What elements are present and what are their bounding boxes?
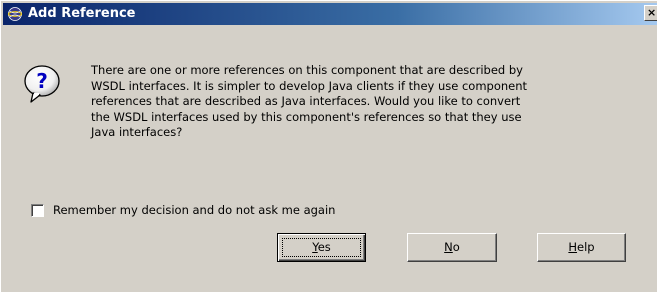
app-icon [8,7,22,21]
close-icon: × [647,6,657,19]
title-bar[interactable]: Add Reference × [3,3,657,25]
dialog-message: There are one or more references on this… [91,63,528,139]
remember-checkbox[interactable] [31,203,44,217]
dialog-window: Add Reference × ? There are one or more … [0,0,657,292]
close-button[interactable]: × [644,5,657,21]
svg-text:?: ? [36,69,48,93]
remember-label: Remember my decision and do not ask me a… [53,203,336,217]
help-button-label: Help [568,240,595,254]
help-button[interactable]: Help [537,233,626,262]
focus-rect [282,238,361,257]
question-icon: ? [24,65,60,103]
window-title: Add Reference [28,6,136,21]
yes-button[interactable]: Yes [277,233,366,262]
no-button[interactable]: No [407,233,497,262]
remember-decision-row[interactable]: Remember my decision and do not ask me a… [31,202,335,218]
no-button-label: No [444,240,460,254]
